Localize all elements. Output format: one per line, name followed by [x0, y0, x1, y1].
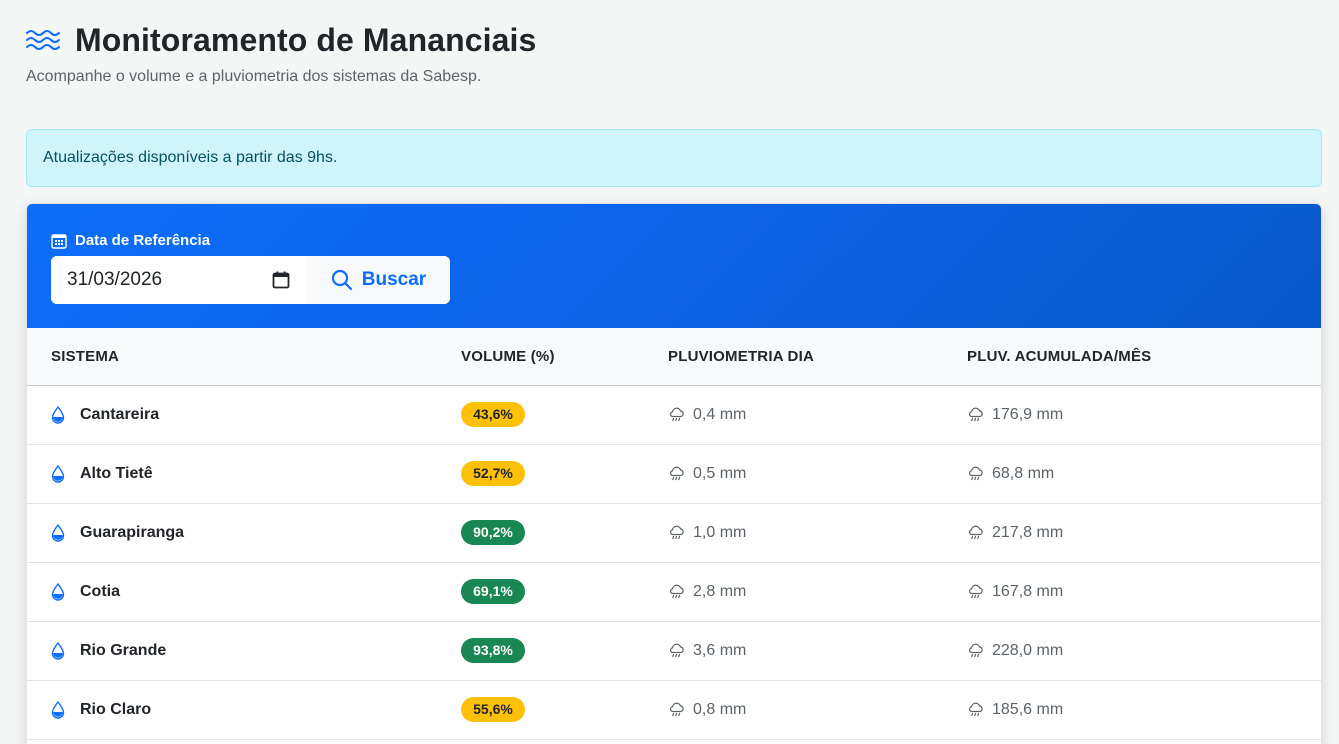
water-drop-icon: [51, 582, 65, 601]
cell-volume: 90,2%: [461, 503, 668, 562]
sistema-name: Alto Tietê: [80, 464, 153, 482]
pluviometria-dia-value: 0,8 mm: [693, 700, 747, 718]
column-header-volume: VOLUME (%): [461, 347, 555, 365]
search-button-label: Buscar: [361, 269, 427, 290]
water-drop-icon: [51, 641, 65, 660]
info-alert-text: Atualizações disponíveis a partir das 9h…: [43, 149, 338, 166]
cloud-rain-icon: [967, 406, 984, 423]
date-input-value: 31/03/2026: [67, 269, 163, 290]
volume-badge: 90,2%: [461, 520, 525, 545]
info-alert: Atualizações disponíveis a partir das 9h…: [26, 129, 1322, 187]
sistema-name: Rio Grande: [80, 641, 167, 659]
column-header-pluviometria-dia: PLUVIOMETRIA DIA: [668, 347, 814, 365]
cell-sistema: Rio Grande: [27, 621, 461, 680]
water-drop-icon: [51, 523, 65, 542]
page: Monitoramento de Mananciais Acompanhe o …: [0, 0, 1339, 744]
water-drop-icon: [51, 464, 65, 483]
cell-pluv-acumulada: 167,8 mm: [967, 562, 1321, 621]
reservoir-card: Data de Referência 31/03/2026 Buscar SIS…: [26, 203, 1322, 744]
cell-volume: 43,6%: [461, 385, 668, 444]
cloud-rain-icon: [668, 406, 685, 423]
search-icon: [331, 269, 353, 291]
sistema-name: Guarapiranga: [80, 523, 185, 541]
cloud-rain-icon: [668, 642, 685, 659]
cloud-rain-icon: [967, 701, 984, 718]
search-group: 31/03/2026 Buscar: [51, 256, 450, 304]
cell-sistema: Cantareira: [27, 385, 461, 444]
cloud-rain-icon: [668, 583, 685, 600]
cloud-rain-icon: [967, 642, 984, 659]
cell-pluv-acumulada: 217,8 mm: [967, 503, 1321, 562]
pluv-acumulada-value: 68,8 mm: [992, 464, 1055, 482]
cell-volume: 55,6%: [461, 680, 668, 739]
cell-volume: 93,8%: [461, 621, 668, 680]
table-row: Cotia 69,1% 2,8 mm 167,8 mm: [27, 562, 1321, 621]
cell-volume: 52,7%: [461, 444, 668, 503]
cell-pluviometria-dia: 0,8 mm: [668, 680, 967, 739]
page-subtitle: Acompanhe o volume e a pluviometria dos …: [26, 68, 482, 85]
cell-pluv-acumulada: 185,6 mm: [967, 680, 1321, 739]
date-input[interactable]: 31/03/2026: [51, 256, 307, 304]
cloud-rain-icon: [668, 465, 685, 482]
cell-pluv-acumulada: 228,0 mm: [967, 621, 1321, 680]
column-header-pluv-acumulada: PLUV. ACUMULADA/MÊS: [967, 347, 1152, 365]
water-waves-icon: [26, 27, 60, 53]
cloud-rain-icon: [668, 524, 685, 541]
cell-pluv-acumulada: 68,8 mm: [967, 444, 1321, 503]
pluv-acumulada-value: 228,0 mm: [992, 641, 1064, 659]
volume-badge: 55,6%: [461, 697, 525, 722]
table-header-row: SISTEMA VOLUME (%) PLUVIOMETRIA DIA PLUV…: [27, 328, 1321, 385]
search-button[interactable]: Buscar: [307, 256, 450, 304]
date-label-text: Data de Referência: [75, 232, 211, 249]
water-drop-icon: [51, 405, 65, 424]
sistema-name: Rio Claro: [80, 700, 152, 718]
page-header: Monitoramento de Mananciais Acompanhe o …: [26, 22, 536, 85]
cell-pluviometria-dia: 3,6 mm: [668, 621, 967, 680]
reservoir-table: SISTEMA VOLUME (%) PLUVIOMETRIA DIA PLUV…: [27, 328, 1321, 740]
cell-pluviometria-dia: 1,0 mm: [668, 503, 967, 562]
pluv-acumulada-value: 185,6 mm: [992, 700, 1064, 718]
calendar-icon: [51, 233, 67, 249]
table-row: Cantareira 43,6% 0,4 mm 176,9 mm: [27, 385, 1321, 444]
cell-pluviometria-dia: 0,5 mm: [668, 444, 967, 503]
cell-pluv-acumulada: 176,9 mm: [967, 385, 1321, 444]
title-row: Monitoramento de Mananciais: [26, 22, 536, 58]
volume-badge: 52,7%: [461, 461, 525, 486]
cell-volume: 69,1%: [461, 562, 668, 621]
cell-sistema: Guarapiranga: [27, 503, 461, 562]
cell-sistema: Alto Tietê: [27, 444, 461, 503]
search-panel: Data de Referência 31/03/2026 Buscar: [27, 204, 1321, 328]
page-title: Monitoramento de Mananciais: [75, 21, 537, 58]
pluviometria-dia-value: 0,5 mm: [693, 464, 747, 482]
pluviometria-dia-value: 2,8 mm: [693, 582, 747, 600]
table-row: Alto Tietê 52,7% 0,5 mm 68,8 mm: [27, 444, 1321, 503]
cloud-rain-icon: [967, 524, 984, 541]
date-label: Data de Referência: [51, 232, 210, 249]
pluviometria-dia-value: 1,0 mm: [693, 523, 747, 541]
cloud-rain-icon: [967, 583, 984, 600]
table-row: Rio Grande 93,8% 3,6 mm 228,0 mm: [27, 621, 1321, 680]
cell-pluviometria-dia: 0,4 mm: [668, 385, 967, 444]
column-header-sistema: SISTEMA: [51, 347, 120, 365]
cloud-rain-icon: [967, 465, 984, 482]
sistema-name: Cotia: [80, 582, 120, 600]
pluv-acumulada-value: 217,8 mm: [992, 523, 1064, 541]
volume-badge: 43,6%: [461, 402, 525, 427]
pluviometria-dia-value: 0,4 mm: [693, 405, 747, 423]
cell-sistema: Cotia: [27, 562, 461, 621]
water-drop-icon: [51, 700, 65, 719]
volume-badge: 93,8%: [461, 638, 525, 663]
pluv-acumulada-value: 167,8 mm: [992, 582, 1064, 600]
volume-badge: 69,1%: [461, 579, 525, 604]
table-row: Guarapiranga 90,2% 1,0 mm 217,8 mm: [27, 503, 1321, 562]
pluv-acumulada-value: 176,9 mm: [992, 405, 1064, 423]
cell-sistema: Rio Claro: [27, 680, 461, 739]
pluviometria-dia-value: 3,6 mm: [693, 641, 747, 659]
cell-pluviometria-dia: 2,8 mm: [668, 562, 967, 621]
sistema-name: Cantareira: [80, 405, 160, 423]
calendar-picker-icon[interactable]: [271, 270, 291, 290]
table-row: Rio Claro 55,6% 0,8 mm 185,6 mm: [27, 680, 1321, 739]
cloud-rain-icon: [668, 701, 685, 718]
